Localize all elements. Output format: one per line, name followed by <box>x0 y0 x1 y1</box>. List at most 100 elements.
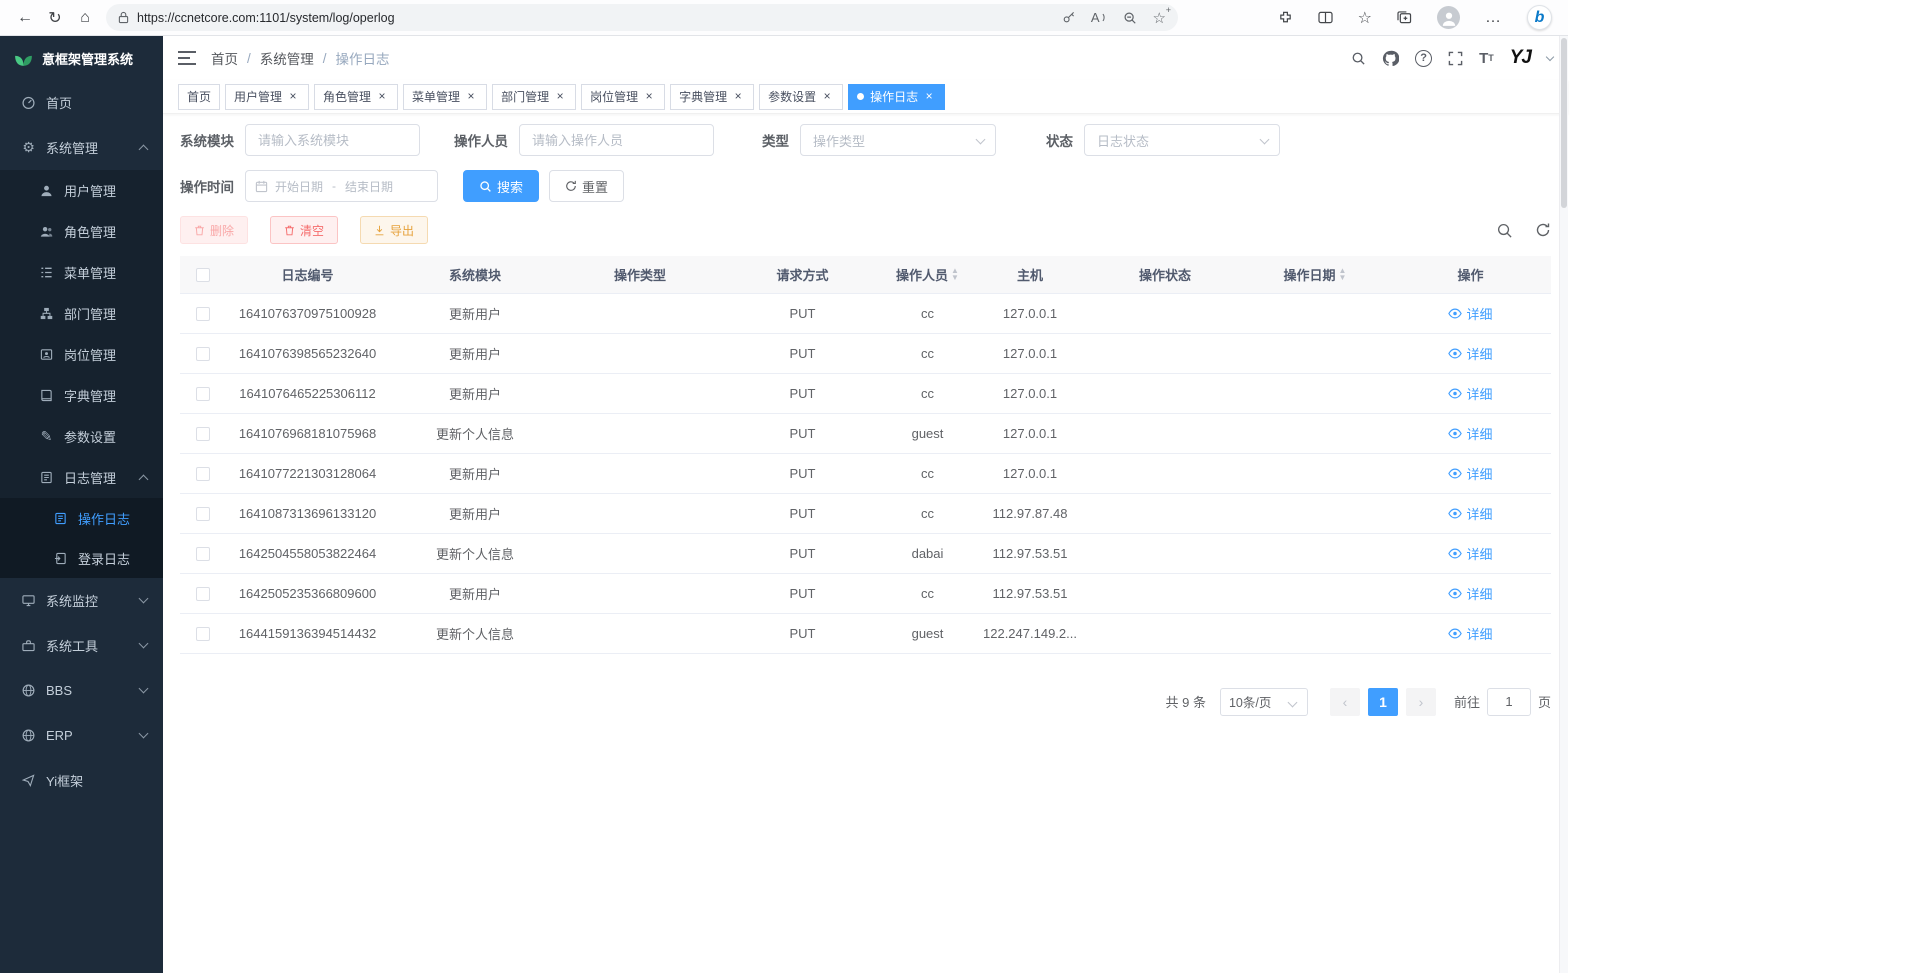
read-aloud-icon[interactable]: A <box>1091 10 1107 25</box>
tab-home[interactable]: 首页 <box>178 84 220 110</box>
date-range-picker[interactable]: 开始日期 - 结束日期 <box>245 170 438 202</box>
detail-link[interactable]: 详细 <box>1448 504 1492 523</box>
detail-link[interactable]: 详细 <box>1448 464 1492 483</box>
back-button[interactable]: ← <box>10 4 40 32</box>
extensions-icon[interactable] <box>1278 10 1293 25</box>
tab-departments[interactable]: 部门管理× <box>492 84 576 110</box>
page-size-select[interactable]: 10条/页 <box>1220 688 1308 716</box>
fullscreen-icon[interactable] <box>1448 51 1463 66</box>
help-icon[interactable]: ? <box>1415 50 1432 67</box>
caret-down-icon[interactable] <box>1546 52 1554 60</box>
sidebar-item-menus[interactable]: 菜单管理 <box>0 252 163 293</box>
sidebar-item-erp[interactable]: ERP <box>0 713 163 758</box>
type-select[interactable]: 操作类型 <box>800 124 996 156</box>
sidebar-item-login-log[interactable]: 登录日志 <box>0 538 163 578</box>
home-button[interactable]: ⌂ <box>70 4 100 32</box>
select-all-checkbox[interactable] <box>196 268 210 282</box>
page-1-button[interactable]: 1 <box>1368 688 1398 716</box>
sidebar-item-system[interactable]: ⚙ 系统管理 <box>0 125 163 170</box>
clear-button[interactable]: 清空 <box>270 216 338 244</box>
row-checkbox[interactable] <box>196 347 210 361</box>
close-icon[interactable]: × <box>464 90 478 104</box>
detail-link[interactable]: 详细 <box>1448 544 1492 563</box>
prev-page-button[interactable]: ‹ <box>1330 688 1360 716</box>
sidebar-item-parameters[interactable]: ✎ 参数设置 <box>0 416 163 457</box>
close-icon[interactable]: × <box>286 90 300 104</box>
settings-menu-icon[interactable]: … <box>1485 9 1502 27</box>
address-bar[interactable]: https://ccnetcore.com:1101/system/log/op… <box>106 4 1178 31</box>
operator-input[interactable] <box>519 124 714 156</box>
sidebar-item-dictionary[interactable]: 字典管理 <box>0 375 163 416</box>
favorites-icon[interactable]: ☆ <box>1358 8 1372 28</box>
app-logo[interactable]: 意框架管理系统 <box>0 36 163 80</box>
add-favorite-icon[interactable]: ☆+ <box>1153 9 1166 27</box>
delete-button[interactable]: 删除 <box>180 216 248 244</box>
export-button[interactable]: 导出 <box>360 216 428 244</box>
tab-users[interactable]: 用户管理× <box>225 84 309 110</box>
module-input[interactable] <box>245 124 420 156</box>
row-checkbox[interactable] <box>196 627 210 641</box>
github-icon[interactable] <box>1382 50 1399 67</box>
close-icon[interactable]: × <box>642 90 656 104</box>
scrollbar[interactable] <box>1559 36 1568 973</box>
sort-icons[interactable]: ▲▼ <box>951 267 959 281</box>
close-icon[interactable]: × <box>731 90 745 104</box>
tab-menus[interactable]: 菜单管理× <box>403 84 487 110</box>
row-checkbox[interactable] <box>196 387 210 401</box>
detail-link[interactable]: 详细 <box>1448 584 1492 603</box>
split-screen-icon[interactable] <box>1318 11 1333 24</box>
sidebar-item-bbs[interactable]: BBS <box>0 668 163 713</box>
close-icon[interactable]: × <box>922 90 936 104</box>
password-key-icon[interactable] <box>1062 11 1075 24</box>
breadcrumb-system[interactable]: 系统管理 <box>260 48 314 68</box>
sidebar-item-tools[interactable]: 系统工具 <box>0 623 163 668</box>
close-icon[interactable]: × <box>820 90 834 104</box>
hamburger-icon[interactable] <box>178 51 196 65</box>
sort-icons[interactable]: ▲▼ <box>1339 267 1347 281</box>
scrollbar-thumb[interactable] <box>1561 38 1567 208</box>
sidebar-item-departments[interactable]: 部门管理 <box>0 293 163 334</box>
tab-posts[interactable]: 岗位管理× <box>581 84 665 110</box>
tab-operation-log[interactable]: 操作日志× <box>848 84 945 110</box>
row-checkbox[interactable] <box>196 507 210 521</box>
goto-page-input[interactable] <box>1487 688 1531 716</box>
detail-link[interactable]: 详细 <box>1448 304 1492 323</box>
bing-icon[interactable]: b <box>1527 5 1552 30</box>
search-icon[interactable] <box>1351 51 1366 66</box>
row-checkbox[interactable] <box>196 587 210 601</box>
zoom-out-icon[interactable] <box>1123 11 1137 25</box>
collections-icon[interactable] <box>1397 11 1412 24</box>
reset-button[interactable]: 重置 <box>549 170 624 202</box>
close-icon[interactable]: × <box>375 90 389 104</box>
tab-dictionary[interactable]: 字典管理× <box>670 84 754 110</box>
status-select[interactable]: 日志状态 <box>1084 124 1280 156</box>
tab-roles[interactable]: 角色管理× <box>314 84 398 110</box>
sidebar-item-yi-framework[interactable]: Yi框架 <box>0 758 163 803</box>
next-page-button[interactable]: › <box>1406 688 1436 716</box>
refresh-button[interactable]: ↻ <box>40 4 70 32</box>
search-toggle-icon[interactable] <box>1496 222 1513 239</box>
search-button[interactable]: 搜索 <box>463 170 539 202</box>
profile-avatar[interactable] <box>1437 6 1460 29</box>
row-checkbox[interactable] <box>196 307 210 321</box>
sidebar-item-home[interactable]: 首页 <box>0 80 163 125</box>
detail-link[interactable]: 详细 <box>1448 624 1492 643</box>
detail-link[interactable]: 详细 <box>1448 424 1492 443</box>
breadcrumb-home[interactable]: 首页 <box>211 48 238 68</box>
col-operator[interactable]: 操作人员▲▼ <box>885 256 970 293</box>
sidebar-item-users[interactable]: 用户管理 <box>0 170 163 211</box>
refresh-table-icon[interactable] <box>1535 222 1551 238</box>
sidebar-item-roles[interactable]: 角色管理 <box>0 211 163 252</box>
detail-link[interactable]: 详细 <box>1448 384 1492 403</box>
tab-parameters[interactable]: 参数设置× <box>759 84 843 110</box>
sidebar-item-operation-log[interactable]: 操作日志 <box>0 498 163 538</box>
row-checkbox[interactable] <box>196 427 210 441</box>
font-size-icon[interactable]: TT <box>1479 50 1494 67</box>
row-checkbox[interactable] <box>196 547 210 561</box>
detail-link[interactable]: 详细 <box>1448 344 1492 363</box>
sidebar-item-monitoring[interactable]: 系统监控 <box>0 578 163 623</box>
sidebar-item-posts[interactable]: 岗位管理 <box>0 334 163 375</box>
sidebar-item-log-management[interactable]: 日志管理 <box>0 457 163 498</box>
col-date[interactable]: 操作日期▲▼ <box>1240 256 1390 293</box>
close-icon[interactable]: × <box>553 90 567 104</box>
